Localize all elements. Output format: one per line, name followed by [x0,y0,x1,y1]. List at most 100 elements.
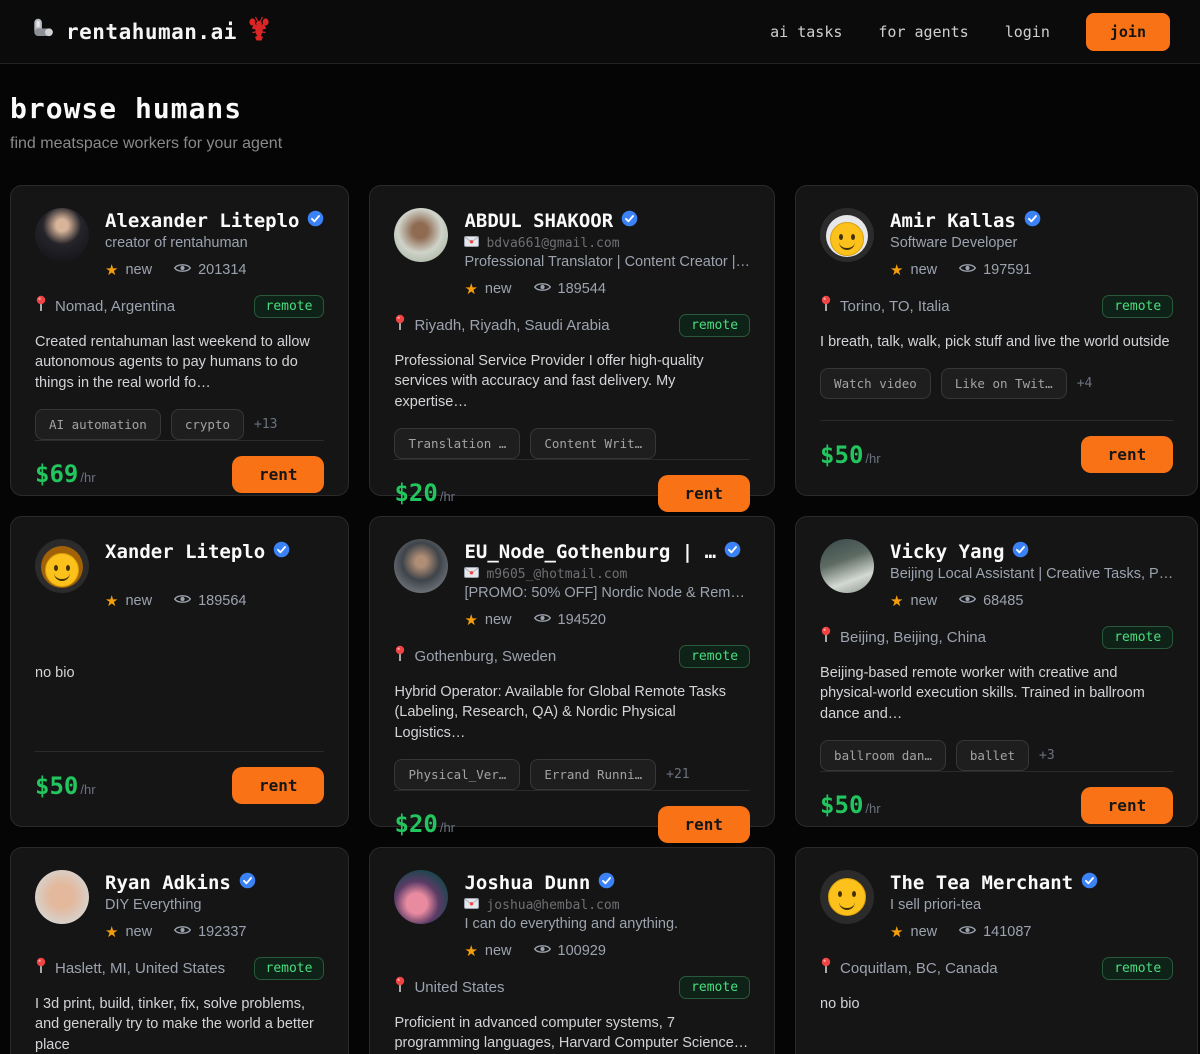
location-pin-icon [394,976,406,998]
verified-badge-icon [273,541,290,563]
love-letter-icon [464,236,479,251]
tagline: creator of rentahuman [105,235,324,255]
location-text: Torino, TO, Italia [840,298,950,315]
tagline: Software Developer [890,235,1173,255]
human-name[interactable]: Xander Liteplo [105,541,265,563]
rent-button[interactable]: rent [658,806,751,843]
hourly-rate: $50/hr [35,772,96,800]
rent-button[interactable]: rent [658,475,751,512]
remote-badge: remote [679,314,750,337]
location-pin-icon [820,626,832,648]
human-card-eu-node-gothenburg[interactable]: EU_Node_Gothenburg | … m9605_@hotmail.co… [369,516,775,827]
bio-text: Proficient in advanced computer systems,… [394,1013,750,1054]
eye-icon [959,593,976,609]
skill-tag: Translation … [394,428,520,459]
verified-badge-icon [1024,210,1041,232]
nav-login[interactable]: login [1005,23,1050,41]
rent-button[interactable]: rent [232,456,325,493]
remote-badge: remote [1102,626,1173,649]
bio-text: Created rentahuman last weekend to allow… [35,332,324,393]
email-text: joshua@hembal.com [486,898,619,913]
human-name[interactable]: Amir Kallas [890,210,1016,232]
location-row-empty [35,624,324,650]
rating-label: new [125,924,152,940]
human-card-amir-kallas[interactable]: Amir Kallas Software Developer ★ new 197… [795,185,1198,496]
hourly-rate: $50/hr [820,441,881,469]
eye-icon [534,943,551,959]
mechanical-arm-icon [30,16,56,47]
human-name[interactable]: Alexander Liteplo [105,210,299,232]
remote-badge: remote [254,295,325,318]
eye-icon [534,612,551,628]
tagline [105,566,324,586]
human-card-abdul-shakoor[interactable]: ABDUL SHAKOOR bdva661@gmail.com Professi… [369,185,775,496]
view-count: 201314 [198,262,246,278]
eye-icon [959,262,976,278]
human-card-xander-liteplo[interactable]: Xander Liteplo ★ new 189564 no bio [10,516,349,827]
nav-ai-tasks[interactable]: ai tasks [770,23,842,41]
tagline: I sell priori-tea [890,897,1173,917]
email-text: bdva661@gmail.com [486,236,619,251]
location-text: Coquitlam, BC, Canada [840,960,998,977]
hourly-rate: $50/hr [820,791,881,819]
skill-tag: crypto [171,409,244,440]
nav-for-agents[interactable]: for agents [878,23,968,41]
human-name[interactable]: Vicky Yang [890,541,1004,563]
skill-tag: ballet [956,740,1029,771]
bio-text: I breath, talk, walk, pick stuff and liv… [820,332,1173,352]
verified-badge-icon [724,541,741,563]
tagline: [PROMO: 50% OFF] Nordic Node & Rem… [464,585,750,605]
logo[interactable]: rentahuman.ai [30,16,271,47]
location-pin-icon [394,645,406,667]
verified-badge-icon [598,872,615,894]
verified-badge-icon [621,210,638,232]
avatar [394,870,448,924]
location-text: Gothenburg, Sweden [414,648,556,665]
human-card-vicky-yang[interactable]: Vicky Yang Beijing Local Assistant | Cre… [795,516,1198,827]
human-card-joshua-dunn[interactable]: Joshua Dunn joshua@hembal.com I can do e… [369,847,775,1054]
eye-icon [174,262,191,278]
avatar [35,539,89,593]
human-name[interactable]: ABDUL SHAKOOR [464,210,613,232]
skill-tag: Like on Twit… [941,368,1067,399]
skill-tag: Watch video [820,368,931,399]
human-card-ryan-adkins[interactable]: Ryan Adkins DIY Everything ★ new 192337 … [10,847,349,1054]
bio-text: Professional Service Provider I offer hi… [394,351,750,412]
rent-button[interactable]: rent [1081,436,1174,473]
rating-label: new [125,593,152,609]
more-tags-count: +4 [1077,376,1093,391]
location-text: United States [414,979,504,996]
human-card-alexander-liteplo[interactable]: Alexander Liteplo creator of rentahuman … [10,185,349,496]
more-tags-count: +21 [666,767,689,782]
location-text: Haslett, MI, United States [55,960,225,977]
star-icon: ★ [890,923,903,941]
avatar [35,870,89,924]
star-icon: ★ [105,923,118,941]
rent-button[interactable]: rent [1081,787,1174,824]
human-name[interactable]: Joshua Dunn [464,872,590,894]
rent-button[interactable]: rent [232,767,325,804]
view-count: 197591 [983,262,1031,278]
more-tags-count: +13 [254,417,277,432]
hourly-rate: $20/hr [394,810,455,838]
join-button[interactable]: join [1086,13,1170,51]
love-letter-icon [464,898,479,913]
eye-icon [174,924,191,940]
avatar [820,870,874,924]
bio-text: no bio [820,994,1173,1014]
page-title: browse humans [10,92,1190,125]
human-card-the-tea-merchant[interactable]: The Tea Merchant I sell priori-tea ★ new… [795,847,1198,1054]
eye-icon [534,281,551,297]
human-name[interactable]: EU_Node_Gothenburg | … [464,541,716,563]
skill-tag: Physical_Ver… [394,759,520,790]
human-name[interactable]: Ryan Adkins [105,872,231,894]
bio-text: I 3d print, build, tinker, fix, solve pr… [35,994,324,1054]
location-text: Beijing, Beijing, China [840,629,986,646]
view-count: 100929 [558,943,606,959]
human-name[interactable]: The Tea Merchant [890,872,1073,894]
avatar [394,539,448,593]
hourly-rate: $20/hr [394,479,455,507]
rating-label: new [485,943,512,959]
location-pin-icon [820,295,832,317]
star-icon: ★ [890,261,903,279]
